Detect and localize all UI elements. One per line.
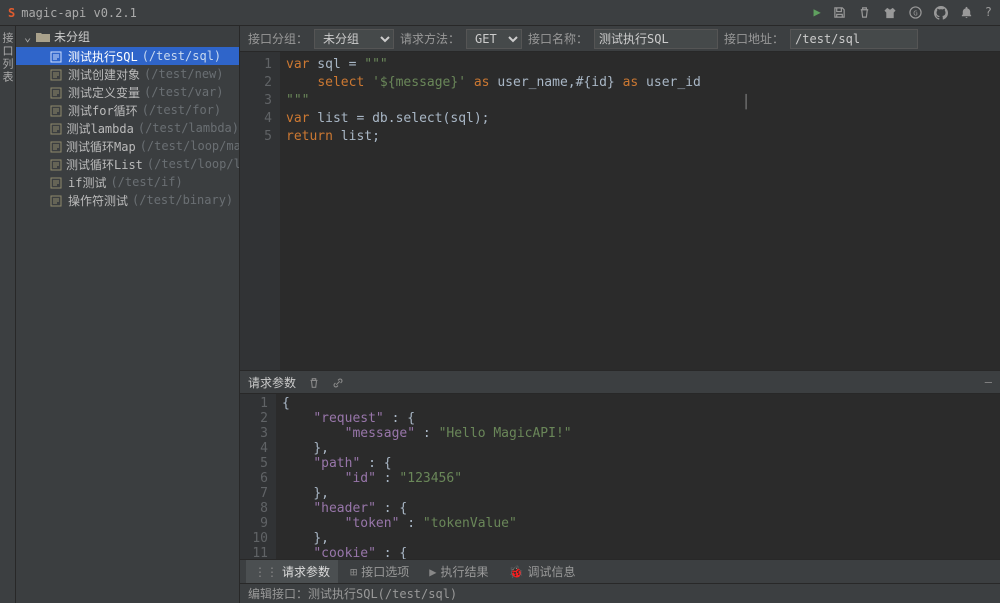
- g-icon[interactable]: G: [909, 5, 922, 20]
- titlebar-actions: ▶ G ?: [814, 5, 992, 20]
- statusbar: 编辑接口：测试执行SQL(/test/sql): [240, 583, 1000, 603]
- grid-icon: ⊞: [350, 565, 357, 579]
- tab-debug-info[interactable]: 🐞调试信息: [501, 560, 584, 584]
- method-label: 请求方法：: [400, 30, 460, 47]
- params-content[interactable]: { "request" : { "message" : "Hello Magic…: [276, 394, 1000, 559]
- tree-item-path: (/test/loop/list): [147, 157, 240, 171]
- file-icon: [50, 49, 64, 63]
- help-icon[interactable]: ?: [985, 5, 992, 20]
- bottom-tabs: ⋮⋮请求参数 ⊞接口选项 ▶执行结果 🐞调试信息: [240, 559, 1000, 583]
- tab-api-options[interactable]: ⊞接口选项: [342, 560, 417, 584]
- tree-item-path: (/test/var): [144, 85, 223, 99]
- file-icon: [50, 193, 64, 207]
- editor-toolbar: 接口分组： 未分组 请求方法： GET 接口名称： 接口地址：: [240, 26, 1000, 52]
- sidebar: ⌄ 未分组 测试执行SQL (/test/sql)测试创建对象 (/test/new…: [16, 26, 240, 603]
- tree-item-path: (/test/binary): [132, 193, 233, 207]
- params-icon: ⋮⋮: [254, 565, 278, 579]
- tree-item-label: 测试循环List: [66, 156, 143, 173]
- tree-item-path: (/test/lambda): [138, 121, 239, 135]
- tree-item-label: 测试定义变量: [68, 84, 140, 101]
- chevron-down-icon: ⌄: [24, 30, 36, 44]
- tree-item-path: (/test/sql): [142, 49, 221, 63]
- trash-icon[interactable]: [308, 375, 320, 389]
- bell-icon[interactable]: [960, 5, 973, 20]
- tree-item[interactable]: 测试执行SQL (/test/sql): [16, 47, 239, 65]
- tree-item[interactable]: 测试创建对象 (/test/new): [16, 65, 239, 83]
- play-icon: ▶: [429, 565, 436, 579]
- tab-request-params[interactable]: ⋮⋮请求参数: [246, 560, 338, 584]
- tree-item-path: (/test/for): [142, 103, 221, 117]
- tree-item-label: 测试for循环: [68, 102, 138, 119]
- folder-icon: [36, 30, 50, 44]
- file-icon: [50, 85, 64, 99]
- tree-item[interactable]: 测试循环List (/test/loop/list): [16, 155, 239, 173]
- file-icon: [50, 121, 62, 135]
- file-icon: [50, 175, 64, 189]
- app-logo: S: [8, 6, 15, 20]
- editor-gutter: 12345: [240, 52, 280, 370]
- method-select[interactable]: GET: [466, 29, 522, 49]
- tree-root-label: 未分组: [54, 28, 90, 45]
- link-icon[interactable]: [332, 375, 344, 389]
- group-select[interactable]: 未分组: [314, 29, 394, 49]
- editor-content[interactable]: var sql = """ select '${message}' as use…: [280, 52, 1000, 370]
- titlebar: S magic-api v0.2.1 ▶ G ?: [0, 0, 1000, 26]
- tree-item[interactable]: 测试循环Map (/test/loop/map): [16, 137, 239, 155]
- file-icon: [50, 103, 64, 117]
- tree-item-path: (/test/if): [110, 175, 182, 189]
- tree-item[interactable]: if测试 (/test/if): [16, 173, 239, 191]
- params-header: 请求参数 —: [240, 370, 1000, 394]
- tree-item-label: 操作符测试: [68, 192, 128, 209]
- tree-item-label: 测试lambda: [66, 120, 133, 137]
- params-editor[interactable]: 123456789101112 { "request" : { "message…: [240, 394, 1000, 559]
- file-icon: [50, 139, 62, 153]
- svg-text:G: G: [913, 9, 917, 18]
- run-icon[interactable]: ▶: [814, 5, 821, 20]
- addr-input[interactable]: [790, 29, 918, 49]
- shirt-icon[interactable]: [883, 5, 897, 20]
- tree-item[interactable]: 操作符测试 (/test/binary): [16, 191, 239, 209]
- save-icon[interactable]: [833, 5, 846, 20]
- tree-item-path: (/test/new): [144, 67, 223, 81]
- tab-exec-result[interactable]: ▶执行结果: [421, 560, 496, 584]
- file-icon: [50, 67, 64, 81]
- minimize-icon[interactable]: —: [985, 375, 992, 389]
- tree-item[interactable]: 测试定义变量 (/test/var): [16, 83, 239, 101]
- status-text: 编辑接口：测试执行SQL(/test/sql): [248, 585, 457, 602]
- app-title: magic-api v0.2.1: [21, 6, 137, 20]
- file-icon: [50, 157, 62, 171]
- params-gutter: 123456789101112: [240, 394, 276, 559]
- bug-icon: 🐞: [509, 565, 524, 579]
- tree-item-label: 测试循环Map: [66, 138, 136, 155]
- tree-item-label: 测试执行SQL: [68, 48, 138, 65]
- trash-icon[interactable]: [858, 5, 871, 20]
- github-icon[interactable]: [934, 5, 948, 20]
- tree-item-label: if测试: [68, 174, 106, 191]
- tree-item[interactable]: 测试lambda (/test/lambda): [16, 119, 239, 137]
- tree-item[interactable]: 测试for循环 (/test/for): [16, 101, 239, 119]
- code-editor[interactable]: 12345 var sql = """ select '${message}' …: [240, 52, 1000, 370]
- name-label: 接口名称：: [528, 30, 588, 47]
- group-label: 接口分组：: [248, 30, 308, 47]
- tree-root[interactable]: ⌄ 未分组: [16, 26, 239, 47]
- params-title: 请求参数: [248, 374, 296, 391]
- left-rail-tab[interactable]: 接口列表: [0, 26, 16, 603]
- text-cursor-icon: │: [742, 94, 750, 112]
- tree-item-path: (/test/loop/map): [140, 139, 240, 153]
- addr-label: 接口地址：: [724, 30, 784, 47]
- tree-item-label: 测试创建对象: [68, 66, 140, 83]
- name-input[interactable]: [594, 29, 718, 49]
